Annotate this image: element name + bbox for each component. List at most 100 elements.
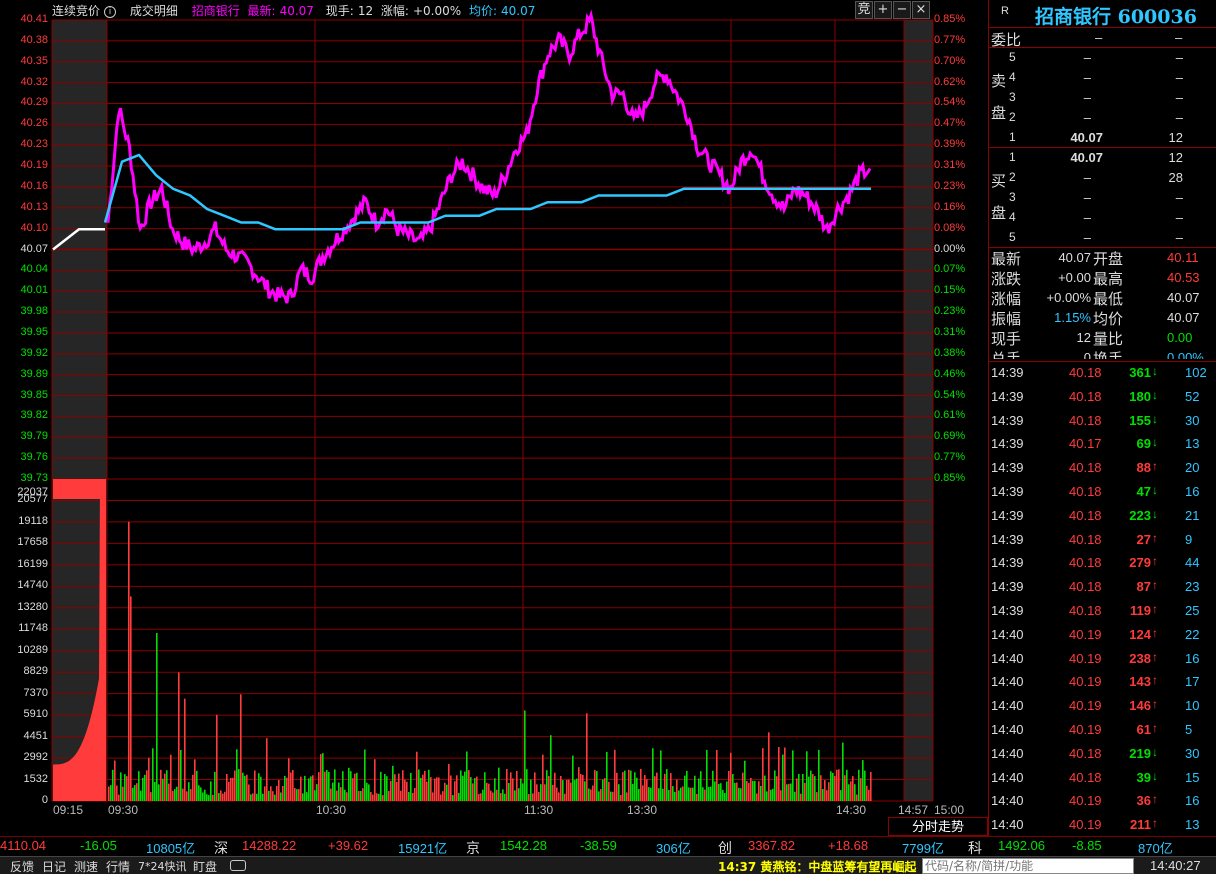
volume-bar [654,776,656,801]
price-tick-label: 40.19 [20,159,48,172]
tick-time: 14:39 [991,555,1024,571]
tick-row: 14:39 40.18 47 16 ↓ [989,482,1216,502]
tick-time: 14:40 [991,722,1024,737]
volume-bar [346,792,348,801]
tick-count: 16 [1185,650,1200,666]
tick-price: 40.19 [1069,817,1102,833]
tick-volume: 47 [1136,484,1151,499]
buy-level: 3 [1009,190,1016,204]
diary-button[interactable]: 日记 [42,858,66,874]
volume-bar [390,780,392,801]
volume-bar [394,774,396,801]
buy-level: 1 [1009,150,1016,164]
tick-time: 14:40 [991,650,1024,666]
volume-bar [574,779,576,801]
intraday-chart[interactable] [0,0,988,836]
volume-tick-label: 16199 [17,557,48,570]
volume-bar [522,783,524,801]
volume-bar [116,785,118,801]
volume-bar [362,788,364,801]
stat-value: 40.07 [1167,310,1200,325]
volume-bar [608,781,610,801]
sz-label: 深 [214,840,228,856]
price-tick-label: 39.73 [20,472,48,484]
buy-price: – [1083,230,1091,245]
tick-price: 40.18 [1069,555,1102,571]
arrow-up-icon: ↑ [1152,792,1158,807]
volume-bar [366,782,368,801]
volume-bar [792,750,794,801]
volume-bar [374,759,376,801]
volume-bar [794,791,796,801]
volume-bar [540,784,542,801]
volume-bar [752,780,754,801]
tick-count: 21 [1185,507,1200,523]
tick-count: 9 [1185,531,1193,547]
tick-price: 40.18 [1069,412,1102,428]
stat-label: 最低 [1093,291,1124,308]
news-724-button[interactable]: 7*24快讯 [138,858,187,874]
tick-time: 14:39 [991,603,1024,618]
tick-time: 14:40 [991,698,1024,714]
tick-price: 40.18 [1069,365,1102,380]
market-button[interactable]: 行情 [106,858,130,874]
volume-bar [460,770,462,801]
tick-time: 14:40 [991,745,1024,761]
sell-price: – [1083,50,1091,65]
volume-bar [762,748,764,801]
volume-bar [292,770,294,801]
volume-bar [710,786,712,801]
time-tick-label: 14:30 [836,803,867,817]
stat-row: 涨幅 +0.00% 最低 40.07 [989,288,1216,308]
volume-bar [176,786,178,801]
volume-bar [312,775,314,801]
volume-bar [692,787,694,801]
volume-bar [114,760,116,801]
volume-bar [166,770,168,801]
tick-row: 14:39 40.18 88 20 ↑ [989,458,1216,478]
tab-intraday-trend[interactable]: 分时走势 [888,817,988,836]
volume-bar [188,782,190,801]
watch-button[interactable]: 盯盘 [193,858,217,874]
tick-count: 102 [1185,365,1207,380]
tick-volume: 36 [1136,793,1151,809]
arrow-up-icon: ↑ [1152,625,1158,640]
tick-volume: 27 [1136,531,1151,547]
volume-bar [716,749,718,801]
tick-volume: 238 [1129,650,1151,666]
tick-time: 14:39 [991,412,1024,428]
tick-row: 14:40 40.19 61 5 ↑ [989,720,1216,740]
news-ticker[interactable]: 14:37 黄燕铭：中盘蓝筹有望再崛起 [718,858,918,874]
percent-tick-label: 0.31% [934,159,966,172]
volume-bar [698,778,700,801]
feedback-button[interactable]: 反馈 [10,858,34,874]
volume-bar [252,793,254,801]
volume-bar [388,791,390,801]
volume-bar [458,792,460,801]
tick-list[interactable]: 14:39 40.18 361 102 ↓ 14:39 40.18 180 52 ↓ 14:39 40… [989,361,1216,836]
volume-bar [150,792,152,801]
volume-tick-label: 8829 [23,665,48,678]
volume-bar [482,789,484,801]
volume-bar [418,769,420,801]
speedtest-button[interactable]: 测速 [74,858,98,874]
volume-bar [344,789,346,801]
percent-tick-label: 0.85% [934,13,966,25]
bottom-toolbar: 反馈 日记 测速 行情 7*24快讯 盯盘 14:37 黄燕铭：中盘蓝筹有望再崛… [0,856,1216,874]
volume-bar [572,755,574,801]
volume-bar [548,775,550,801]
robot-icon[interactable] [230,860,246,871]
volume-bar [856,794,858,801]
buy-row: 1 40.07 12 [989,148,1216,168]
sell-level: 4 [1009,70,1016,84]
volume-bar [742,772,744,801]
volume-bar [708,787,710,801]
volume-bar [354,773,356,801]
volume-bar [230,777,232,801]
volume-bar [506,769,508,801]
volume-bar [154,782,156,801]
price-tick-label: 40.38 [20,33,48,46]
code-search-input[interactable] [922,858,1134,874]
volume-bar [194,759,196,801]
volume-bar [412,792,414,801]
